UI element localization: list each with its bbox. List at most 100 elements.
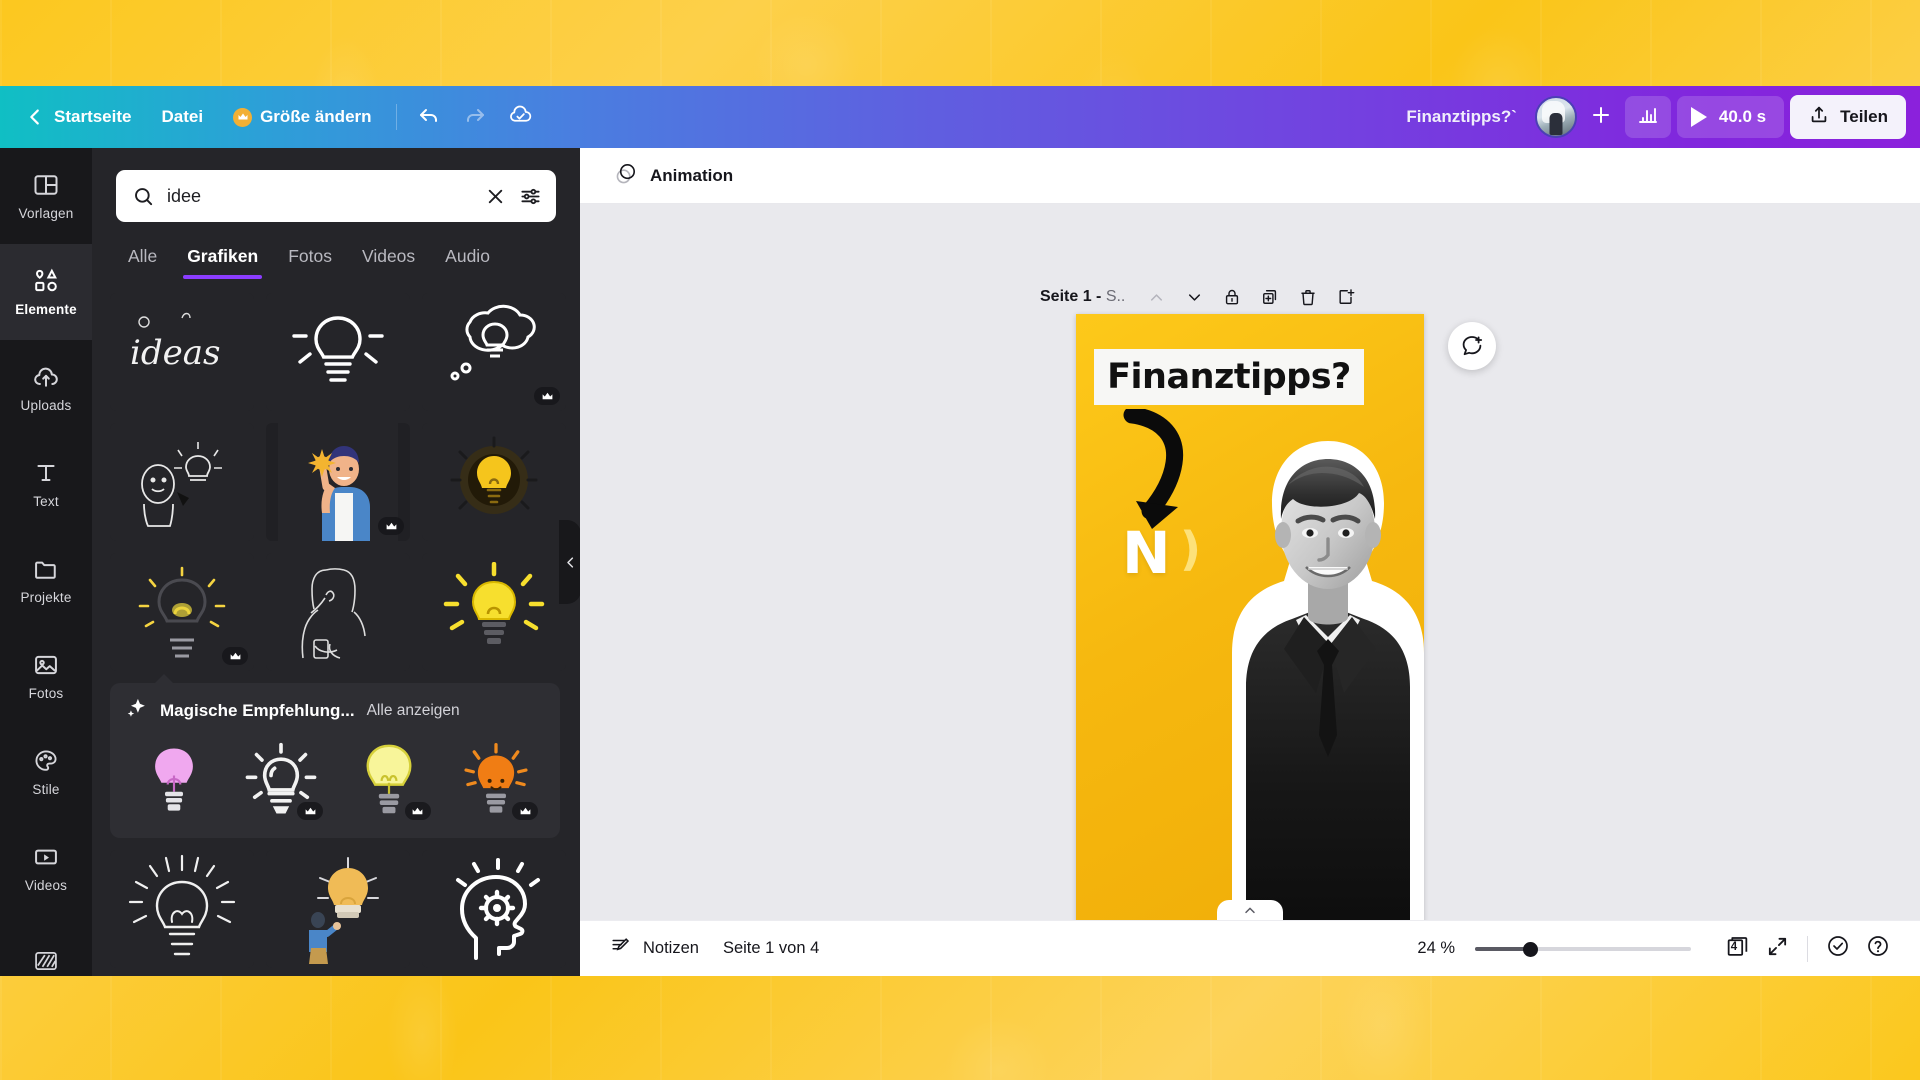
white-lightbulb-rays-graphic[interactable] xyxy=(234,734,330,826)
cloud-check-icon xyxy=(508,102,533,132)
close-x-icon[interactable] xyxy=(484,185,507,208)
move-page-up-button[interactable] xyxy=(1139,280,1173,314)
accessibility-check-button[interactable] xyxy=(1818,929,1858,969)
undo-button[interactable] xyxy=(407,97,451,137)
head-with-gear-icon-graphic[interactable] xyxy=(422,850,566,968)
tab-fotos[interactable]: Fotos xyxy=(276,240,344,279)
tab-videos[interactable]: Videos xyxy=(350,240,427,279)
person-holding-bulb-illustration[interactable] xyxy=(266,850,410,968)
document-title[interactable]: Finanztipps?` xyxy=(1394,98,1528,136)
magic-recommendation-items xyxy=(126,734,544,826)
see-all-link[interactable]: Alle anzeigen xyxy=(367,702,460,720)
results-row xyxy=(110,850,566,968)
sidebar-item-elemente[interactable]: Elemente xyxy=(0,244,92,340)
templates-icon xyxy=(32,171,60,199)
notes-button[interactable]: Notizen xyxy=(598,930,711,968)
bar-chart-icon xyxy=(1636,103,1660,132)
share-button[interactable]: Teilen xyxy=(1790,95,1906,139)
pink-lightbulb-graphic[interactable] xyxy=(126,734,222,826)
page-name-label[interactable]: Seite 1 - S.. xyxy=(1040,288,1125,306)
sidebar-item-label: Projekte xyxy=(20,590,72,605)
glowing-gold-lightbulb-graphic[interactable] xyxy=(422,423,566,541)
app-body: Vorlagen Elemente Uploads Text Projekte … xyxy=(0,148,1920,976)
share-upload-icon xyxy=(1808,104,1830,131)
sidebar-item-label: Vorlagen xyxy=(18,206,74,221)
pro-crown-badge xyxy=(534,387,560,405)
add-page-button[interactable] xyxy=(1329,280,1363,314)
results-row xyxy=(110,553,566,671)
zoom-slider-knob[interactable] xyxy=(1522,941,1538,957)
design-canvas-area[interactable]: Seite 1 - S.. Finanztipps? N) xyxy=(580,204,1920,920)
ideas-handwriting-graphic[interactable]: ideas xyxy=(110,293,254,411)
collapse-panel-button[interactable] xyxy=(559,520,580,604)
cloud-save-status-button[interactable] xyxy=(499,97,543,137)
design-page-canvas[interactable]: Finanztipps? N ) xyxy=(1076,314,1424,920)
tab-audio[interactable]: Audio xyxy=(433,240,502,279)
sidebar-item-fotos[interactable]: Fotos xyxy=(0,628,92,724)
sidebar-item-videos[interactable]: Videos xyxy=(0,820,92,916)
sidebar-item-hintergrund[interactable] xyxy=(0,916,92,976)
check-circle-icon xyxy=(1826,934,1850,963)
present-play-button[interactable]: 40.0 s xyxy=(1676,96,1785,138)
hand-drawn-bulb-graphic[interactable] xyxy=(110,850,254,968)
pages-grid-button[interactable]: 4 xyxy=(1717,929,1757,969)
delete-page-button[interactable] xyxy=(1291,280,1325,314)
magic-recommendation-title: Magische Empfehlung... xyxy=(160,700,355,720)
sidebar-item-stile[interactable]: Stile xyxy=(0,724,92,820)
sliders-filter-icon[interactable] xyxy=(519,185,542,208)
add-collaborator-button[interactable] xyxy=(1583,99,1619,135)
insights-button[interactable] xyxy=(1624,96,1671,138)
expand-pages-button[interactable] xyxy=(1217,900,1283,920)
move-page-down-button[interactable] xyxy=(1177,280,1211,314)
zoom-slider-fill xyxy=(1475,946,1527,951)
thought-bubble-lightbulb-graphic[interactable] xyxy=(422,293,566,411)
file-menu-button[interactable]: Datei xyxy=(147,97,217,137)
lightbulb-outline-graphic[interactable] xyxy=(266,293,410,411)
sidebar-item-label: Text xyxy=(33,494,59,509)
add-comment-button[interactable] xyxy=(1448,322,1496,370)
context-toolbar: Animation xyxy=(580,148,1920,204)
sidebar-item-vorlagen[interactable]: Vorlagen xyxy=(0,148,92,244)
redo-button[interactable] xyxy=(453,97,497,137)
yellow-lightbulb-rays-graphic[interactable] xyxy=(422,553,566,671)
zoom-slider[interactable] xyxy=(1475,940,1691,958)
redo-icon xyxy=(463,103,487,132)
man-with-sparkler-illustration[interactable] xyxy=(266,423,410,541)
resize-button[interactable]: Größe ändern xyxy=(219,97,385,137)
search-box[interactable] xyxy=(116,170,556,222)
home-button[interactable]: Startseite xyxy=(10,97,145,137)
thinking-woman-line-art-graphic[interactable] xyxy=(266,553,410,671)
text-t-icon xyxy=(32,459,60,487)
sidebar-item-label: Fotos xyxy=(28,686,64,701)
yellow-bulb-glow-graphic[interactable] xyxy=(341,734,437,826)
bw-portrait-man-in-suit[interactable] xyxy=(1228,423,1424,920)
sidebar-item-projekte[interactable]: Projekte xyxy=(0,532,92,628)
avatar[interactable] xyxy=(1534,96,1577,138)
stick-figure-idea-graphic[interactable] xyxy=(110,423,254,541)
editor-area: Animation Seite 1 - S.. Finanztipps? N)… xyxy=(580,148,1920,976)
pro-crown-badge xyxy=(404,802,431,820)
tab-grafiken[interactable]: Grafiken xyxy=(175,240,270,279)
sparkle-icon xyxy=(126,697,148,724)
search-input[interactable] xyxy=(167,185,472,207)
animation-button[interactable]: Animation xyxy=(602,156,745,196)
header-divider xyxy=(395,104,397,130)
design-title-banner[interactable]: Finanztipps? xyxy=(1094,349,1364,405)
lock-page-button[interactable] xyxy=(1215,280,1249,314)
fullscreen-button[interactable] xyxy=(1757,929,1797,969)
status-divider xyxy=(1807,935,1808,962)
file-menu-label: Datei xyxy=(161,107,204,126)
sidebar-item-uploads[interactable]: Uploads xyxy=(0,340,92,436)
sketch-lightbulb-rays-graphic[interactable] xyxy=(110,553,254,671)
animation-layers-icon xyxy=(614,161,639,191)
orange-smiley-bulb-graphic[interactable] xyxy=(449,734,545,826)
tab-alle[interactable]: Alle xyxy=(116,240,169,279)
status-bar: Notizen Seite 1 von 4 24 % 4 xyxy=(580,920,1920,976)
help-button[interactable] xyxy=(1858,929,1898,969)
pro-crown-badge xyxy=(222,647,248,665)
design-overlay-text[interactable]: N xyxy=(1122,524,1171,582)
canva-editor-window: Startseite Datei Größe ändern Finanztipp… xyxy=(0,86,1920,976)
photo-icon xyxy=(32,651,60,679)
duplicate-page-button[interactable] xyxy=(1253,280,1287,314)
sidebar-item-text[interactable]: Text xyxy=(0,436,92,532)
